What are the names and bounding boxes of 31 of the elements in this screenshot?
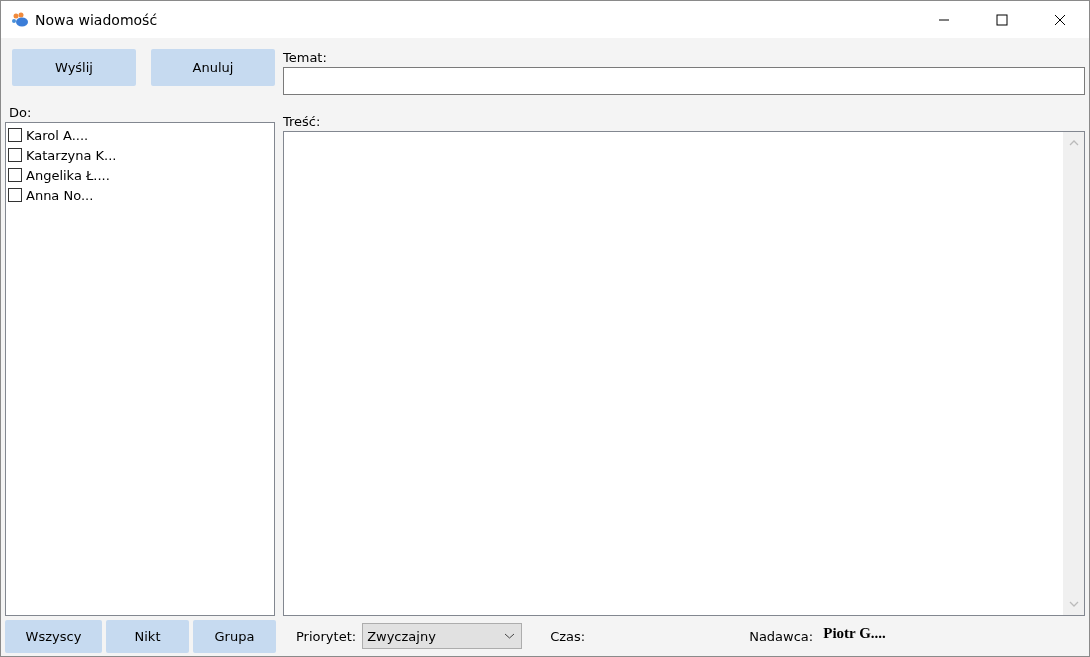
recipients-label: Do: (8, 104, 33, 122)
sender-name: Piotr G.... (823, 624, 886, 642)
app-logo-icon (11, 11, 29, 28)
checkbox[interactable] (8, 188, 22, 202)
recipient-name: Anna No... (26, 187, 94, 203)
select-button[interactable]: Grupa (193, 619, 276, 653)
priority-label: Priorytet: (296, 628, 357, 644)
select-button[interactable]: Nikt (106, 619, 189, 653)
checkbox[interactable] (8, 168, 22, 182)
checkbox[interactable] (8, 128, 22, 142)
sender-label: Nadawca: (749, 628, 814, 644)
maximize-icon (996, 13, 1008, 26)
subject-label: Temat: (283, 49, 328, 67)
message-body-field[interactable] (283, 131, 1085, 616)
checkbox[interactable] (8, 148, 22, 162)
close-icon (1054, 13, 1066, 26)
scrollbar[interactable] (1063, 132, 1084, 615)
chevron-down-icon (504, 633, 516, 639)
recipient-name: Angelika Ł.... (26, 167, 110, 183)
recipient-name: Katarzyna K... (26, 147, 117, 163)
priority-dropdown[interactable]: Zwyczajny (362, 623, 523, 649)
scroll-up-icon (1068, 140, 1079, 146)
action-button[interactable]: Anuluj (151, 49, 275, 86)
action-button[interactable]: Wyślij (12, 49, 136, 86)
scroll-down-icon (1068, 601, 1079, 607)
subject-field[interactable] (283, 67, 1085, 95)
body-label: Treść: (283, 113, 322, 131)
select-button[interactable]: Wszyscy (5, 619, 102, 653)
recipient-name: Karol A.... (26, 127, 89, 143)
window-title: Nowa wiadomość (35, 11, 158, 28)
time-label: Czas: (550, 628, 586, 644)
